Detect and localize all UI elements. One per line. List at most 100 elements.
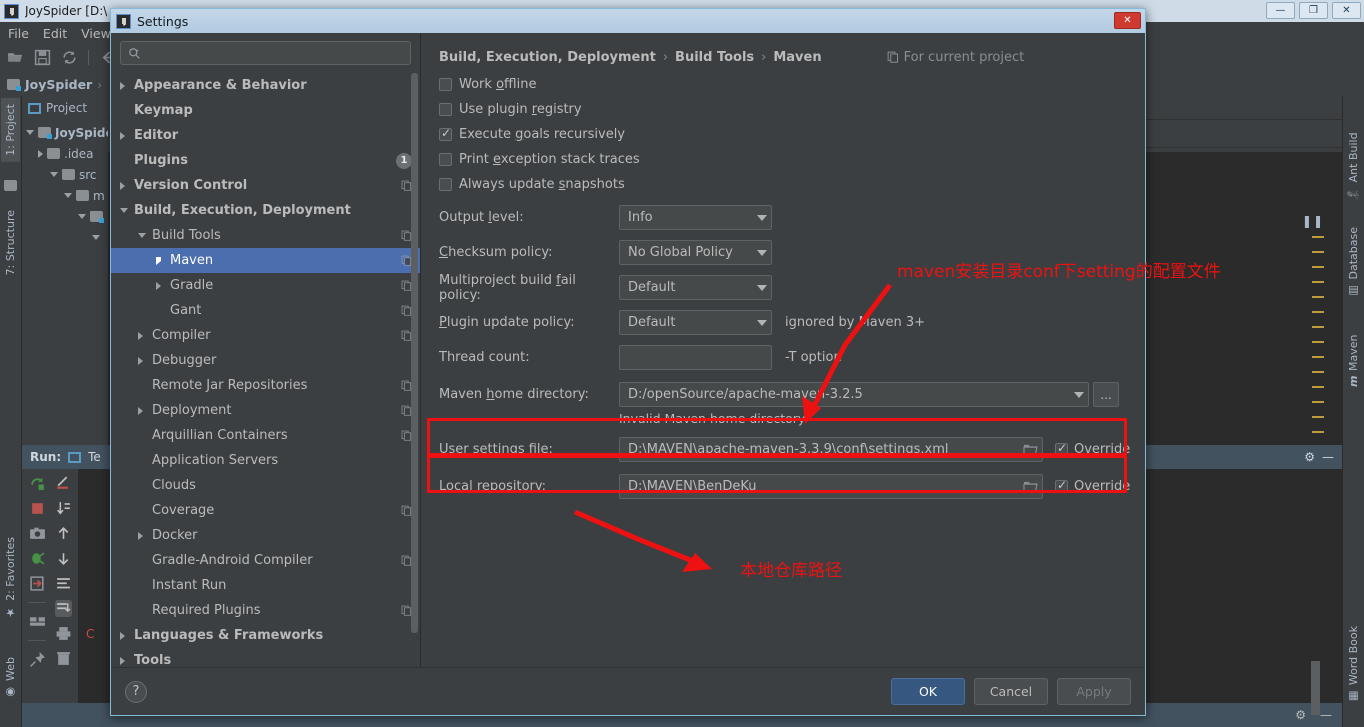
hide-panel-icon[interactable]: — <box>1322 450 1334 464</box>
settings-tree-item-gradle[interactable]: Gradle <box>111 273 420 298</box>
user-settings-field[interactable]: D:\MAVEN\apache-maven-3.3.9\conf\setting… <box>619 437 1043 462</box>
help-button[interactable]: ? <box>125 680 147 703</box>
browse-folder-icon[interactable] <box>1023 443 1038 456</box>
chevron-down-icon[interactable] <box>26 130 34 135</box>
settings-tree-item-coverage[interactable]: Coverage <box>111 498 420 523</box>
word-book-scrollbar[interactable] <box>1311 661 1320 715</box>
chevron-down-icon[interactable] <box>50 172 58 177</box>
breadcrumb-part-3[interactable]: Maven <box>773 50 821 65</box>
warning-stripe[interactable] <box>1312 341 1324 343</box>
ide-window-controls[interactable]: — ❐ ✕ <box>1266 2 1361 19</box>
navbar-project-name[interactable]: JoySpider <box>25 77 92 92</box>
combo-output-level[interactable]: Info <box>619 205 772 230</box>
warning-stripe[interactable] <box>1312 311 1324 313</box>
breadcrumb-part-1[interactable]: Build, Execution, Deployment <box>439 50 656 65</box>
project-tree-row[interactable] <box>22 206 108 227</box>
warning-stripe[interactable] <box>1312 326 1324 328</box>
settings-tree-item-remote-jar-repositories[interactable]: Remote Jar Repositories <box>111 373 420 398</box>
settings-tree-item-build-tools[interactable]: Build Tools <box>111 223 420 248</box>
sidebar-tab-project[interactable]: 1: Project <box>1 98 20 162</box>
sidebar-tab-web[interactable]: ◉ Web <box>1 651 20 705</box>
apply-button[interactable]: Apply <box>1057 678 1131 705</box>
sidebar-tab-ant-build[interactable]: 🐜 Ant Build <box>1344 126 1363 206</box>
save-icon[interactable] <box>34 49 51 66</box>
checkbox-always-update-snapshots[interactable] <box>439 178 452 191</box>
settings-tree-item-appearance-behavior[interactable]: Appearance & Behavior <box>111 73 420 98</box>
local-repository-field[interactable]: D:\MAVEN\BenDeKu <box>619 474 1043 499</box>
chevron-down-icon[interactable] <box>78 214 86 219</box>
sidebar-tab-structure[interactable]: 7: Structure <box>1 204 20 281</box>
combo-plugin-update-policy[interactable]: Default <box>619 310 772 335</box>
settings-tree-item-arquillian-containers[interactable]: Arquillian Containers <box>111 423 420 448</box>
chevron-right-icon[interactable] <box>138 406 143 415</box>
checkbox-row-print-exception-stack-traces[interactable]: Print exception stack traces <box>421 147 1145 172</box>
chevron-down-icon[interactable] <box>757 214 767 221</box>
sidebar-tab-favorites[interactable]: ★ 2: Favorites <box>1 531 20 625</box>
chevron-right-icon[interactable] <box>138 331 143 340</box>
chevron-down-icon[interactable] <box>120 208 128 213</box>
cancel-button[interactable]: Cancel <box>974 678 1048 705</box>
minimize-button[interactable]: — <box>1266 2 1295 19</box>
print-icon[interactable] <box>55 625 72 642</box>
chevron-right-icon[interactable] <box>138 356 143 365</box>
checkbox-row-work-offline[interactable]: Work offline <box>421 72 1145 97</box>
browse-folder-icon[interactable] <box>1023 480 1038 493</box>
checkbox-row-execute-goals-recursively[interactable]: Execute goals recursively <box>421 122 1145 147</box>
search-box[interactable] <box>120 41 411 65</box>
scroll-to-stacktrace-icon[interactable] <box>54 600 72 617</box>
settings-tree-item-editor[interactable]: Editor <box>111 123 420 148</box>
scroll-to-end-icon[interactable] <box>55 500 72 517</box>
settings-tree-item-deployment[interactable]: Deployment <box>111 398 420 423</box>
ok-button[interactable]: OK <box>891 678 965 705</box>
chevron-right-icon[interactable] <box>120 131 125 140</box>
warning-stripe[interactable] <box>1312 416 1324 418</box>
project-tree-row[interactable]: m <box>22 185 108 206</box>
checkbox-row-use-plugin-registry[interactable]: Use plugin registry <box>421 97 1145 122</box>
project-tree-row[interactable] <box>22 227 108 248</box>
user-settings-override[interactable]: Override <box>1055 441 1130 457</box>
settings-tree-item-version-control[interactable]: Version Control <box>111 173 420 198</box>
settings-tree-item-debugger[interactable]: Debugger <box>111 348 420 373</box>
refresh-icon[interactable] <box>61 49 78 66</box>
debug-icon[interactable] <box>29 550 46 567</box>
footer-minimize-icon[interactable]: — <box>1320 708 1332 722</box>
project-tree[interactable]: JoySpide .idea src m <box>22 120 108 248</box>
chevron-down-icon[interactable] <box>92 235 100 240</box>
settings-tree-item-keymap[interactable]: Keymap <box>111 98 420 123</box>
settings-gear-icon[interactable]: ⚙ <box>1304 450 1315 464</box>
up-arrow-icon[interactable] <box>55 525 72 542</box>
pause-icon[interactable]: ❚❚ <box>1302 214 1324 228</box>
warning-stripe[interactable] <box>1312 431 1324 433</box>
project-tree-row[interactable]: .idea <box>22 143 108 164</box>
settings-tree-item-plugins[interactable]: Plugins 1 <box>111 148 420 173</box>
sidebar-tab-word-book[interactable]: ▦ Word Book <box>1344 620 1363 709</box>
down-arrow-icon[interactable] <box>55 550 72 567</box>
warning-stripe[interactable] <box>1312 281 1324 283</box>
chevron-down-icon[interactable] <box>138 233 146 238</box>
checkbox-print-exception-stack-traces[interactable] <box>439 153 452 166</box>
camera-icon[interactable] <box>29 525 46 542</box>
delete-icon[interactable] <box>55 650 72 667</box>
settings-tree-item-languages-frameworks[interactable]: Languages & Frameworks <box>111 623 420 648</box>
breadcrumb-part-2[interactable]: Build Tools <box>675 50 754 65</box>
pin-icon[interactable] <box>29 651 46 668</box>
warning-stripe[interactable] <box>1312 401 1324 403</box>
warning-stripe[interactable] <box>1312 296 1324 298</box>
chevron-right-icon[interactable] <box>156 256 161 265</box>
right-toolwindow-strip[interactable]: 🐜 Ant Build ▤ Database m Maven ▦ Word Bo… <box>1342 96 1364 727</box>
warning-stripe[interactable] <box>1312 356 1324 358</box>
close-button[interactable]: ✕ <box>1332 2 1361 19</box>
settings-tree-item-application-servers[interactable]: Application Servers <box>111 448 420 473</box>
soft-wrap-icon[interactable] <box>55 475 72 492</box>
chevron-down-icon[interactable] <box>1074 391 1084 398</box>
settings-tree-item-instant-run[interactable]: Instant Run <box>111 573 420 598</box>
local-repository-override[interactable]: Override <box>1055 478 1130 494</box>
settings-tree-item-clouds[interactable]: Clouds <box>111 473 420 498</box>
chevron-right-icon[interactable] <box>120 81 125 90</box>
project-tree-row[interactable]: src <box>22 164 108 185</box>
chevron-right-icon[interactable] <box>120 181 125 190</box>
sidebar-tab-maven[interactable]: m Maven <box>1344 328 1363 393</box>
warning-stripe[interactable] <box>1312 386 1324 388</box>
checkbox-row-always-update-snapshots[interactable]: Always update snapshots <box>421 172 1145 197</box>
search-input[interactable] <box>141 46 403 60</box>
